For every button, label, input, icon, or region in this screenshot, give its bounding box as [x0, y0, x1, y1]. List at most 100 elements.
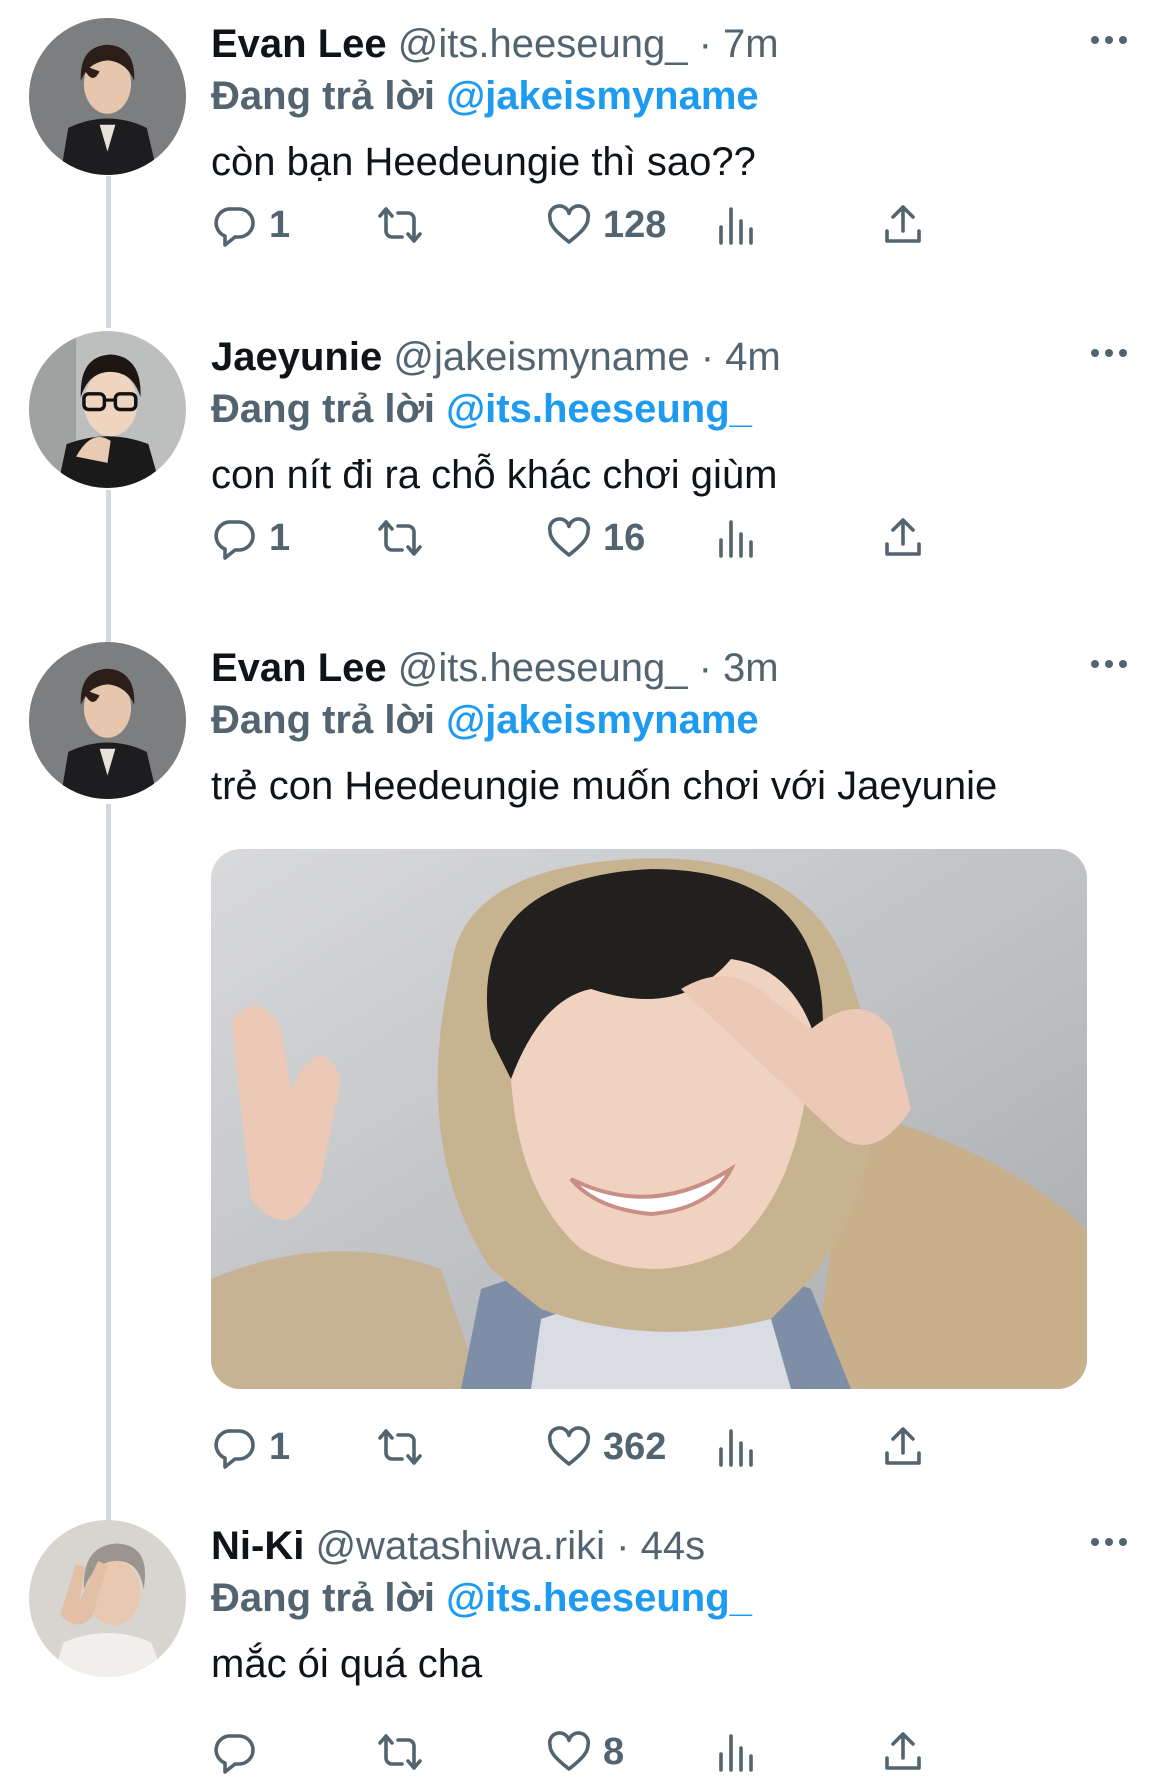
- mention-link[interactable]: @jakeismyname: [446, 74, 759, 118]
- share-button[interactable]: [879, 1727, 927, 1777]
- share-button[interactable]: [879, 1422, 927, 1472]
- author-handle[interactable]: @watashiwa.riki: [315, 1524, 605, 1568]
- reply-count: 1: [269, 517, 291, 559]
- author-name[interactable]: Evan Lee: [211, 22, 387, 66]
- tweet-text: mắc ói quá cha: [211, 1642, 483, 1686]
- reply-icon: [214, 1734, 255, 1774]
- like-button[interactable]: 128: [545, 200, 666, 250]
- mention-link[interactable]: @its.heeseung_: [446, 387, 752, 431]
- tweet-text: con nít đi ra chỗ khác chơi giùm: [211, 453, 778, 497]
- action-bar: 1 16: [211, 513, 1031, 563]
- tweet-header: Ni-Ki @watashiwa.riki · 44s: [211, 1520, 1130, 1572]
- tweet-photo[interactable]: [211, 849, 1087, 1389]
- views-button[interactable]: [713, 1727, 761, 1777]
- thread-line: [106, 176, 111, 328]
- views-icon: [719, 207, 753, 245]
- reply-icon: [214, 1429, 255, 1469]
- share-icon: [885, 205, 921, 243]
- retweet-button[interactable]: [376, 513, 424, 563]
- views-button[interactable]: [713, 513, 761, 563]
- timestamp[interactable]: 3m: [723, 646, 779, 690]
- like-button[interactable]: 8: [545, 1727, 624, 1777]
- replying-to: Đang trả lời @jakeismyname: [211, 70, 1130, 122]
- reply-button[interactable]: [211, 1727, 269, 1777]
- avatar[interactable]: [29, 331, 186, 488]
- heart-icon: [547, 1426, 591, 1466]
- avatar[interactable]: [29, 18, 186, 175]
- tweet-header: Jaeyunie @jakeismyname · 4m: [211, 331, 1130, 383]
- action-bar: 1 362: [211, 1422, 1031, 1472]
- more-icon[interactable]: [1088, 1530, 1130, 1554]
- replying-label: Đang trả lời: [211, 387, 436, 431]
- replying-to: Đang trả lời @jakeismyname: [211, 694, 1130, 746]
- like-count: 16: [603, 517, 646, 559]
- tweet-content: Ni-Ki @watashiwa.riki · 44s Đang trả lời…: [211, 1520, 1130, 1690]
- tweet-content: Evan Lee @its.heeseung_ · 3m Đang trả lờ…: [211, 642, 1130, 812]
- thread-line: [106, 490, 111, 642]
- timestamp[interactable]: 44s: [641, 1524, 706, 1568]
- heart-icon: [547, 204, 591, 244]
- views-icon: [719, 1429, 753, 1467]
- more-icon[interactable]: [1088, 28, 1130, 52]
- replying-label: Đang trả lời: [211, 698, 436, 742]
- tweet-text: còn bạn Heedeungie thì sao??: [211, 140, 756, 184]
- replying-to: Đang trả lời @its.heeseung_: [211, 1572, 1130, 1624]
- author-name[interactable]: Evan Lee: [211, 646, 387, 690]
- retweet-button[interactable]: [376, 200, 424, 250]
- mention-link[interactable]: @jakeismyname: [446, 698, 759, 742]
- more-icon[interactable]: [1088, 341, 1130, 365]
- photo-image: [211, 849, 1087, 1389]
- timestamp[interactable]: 7m: [723, 22, 779, 66]
- separator: ·: [616, 1524, 630, 1568]
- reply-count: 1: [269, 204, 291, 246]
- tweet-text: trẻ con Heedeungie muốn chơi với Jaeyuni…: [211, 764, 998, 808]
- replying-to: Đang trả lời @its.heeseung_: [211, 383, 1130, 435]
- avatar-image: [29, 331, 186, 488]
- thread-line: [106, 804, 111, 1522]
- retweet-icon: [378, 1429, 422, 1465]
- like-count: 362: [603, 1426, 667, 1468]
- author-handle[interactable]: @its.heeseung_: [398, 646, 688, 690]
- share-button[interactable]: [879, 200, 927, 250]
- separator: ·: [700, 335, 715, 379]
- views-icon: [719, 1734, 753, 1772]
- like-button[interactable]: 16: [545, 513, 645, 563]
- tweet-header: Evan Lee @its.heeseung_ · 7m: [211, 18, 1130, 70]
- share-button[interactable]: [879, 513, 927, 563]
- share-icon: [885, 1427, 921, 1465]
- views-button[interactable]: [713, 200, 761, 250]
- mention-link[interactable]: @its.heeseung_: [446, 1576, 752, 1620]
- avatar-image: [29, 1520, 186, 1677]
- views-icon: [719, 520, 753, 558]
- action-bar: 8: [211, 1727, 1031, 1777]
- retweet-button[interactable]: [376, 1727, 424, 1777]
- share-icon: [885, 518, 921, 556]
- reply-button[interactable]: 1: [211, 1422, 290, 1472]
- separator: ·: [698, 646, 712, 690]
- tweet-content: Evan Lee @its.heeseung_ · 7m Đang trả lờ…: [211, 18, 1130, 188]
- heart-icon: [547, 517, 591, 557]
- like-count: 8: [603, 1731, 625, 1773]
- retweet-icon: [378, 520, 422, 556]
- avatar[interactable]: [29, 642, 186, 799]
- author-handle[interactable]: @its.heeseung_: [398, 22, 688, 66]
- views-button[interactable]: [713, 1422, 761, 1472]
- timestamp[interactable]: 4m: [725, 335, 781, 379]
- more-icon[interactable]: [1088, 652, 1130, 676]
- tweet-content: Jaeyunie @jakeismyname · 4m Đang trả lời…: [211, 331, 1130, 501]
- replying-label: Đang trả lời: [211, 74, 436, 118]
- tweet-header: Evan Lee @its.heeseung_ · 3m: [211, 642, 1130, 694]
- retweet-button[interactable]: [376, 1422, 424, 1472]
- author-name[interactable]: Jaeyunie: [211, 335, 382, 379]
- author-name[interactable]: Ni-Ki: [211, 1524, 304, 1568]
- like-button[interactable]: 362: [545, 1422, 666, 1472]
- reply-icon: [214, 520, 255, 560]
- reply-button[interactable]: 1: [211, 200, 290, 250]
- reply-count: 1: [269, 1426, 291, 1468]
- avatar[interactable]: [29, 1520, 186, 1677]
- author-handle[interactable]: @jakeismyname: [393, 335, 689, 379]
- reply-button[interactable]: 1: [211, 513, 290, 563]
- retweet-icon: [378, 207, 422, 243]
- reply-icon: [214, 207, 255, 247]
- replying-label: Đang trả lời: [211, 1576, 436, 1620]
